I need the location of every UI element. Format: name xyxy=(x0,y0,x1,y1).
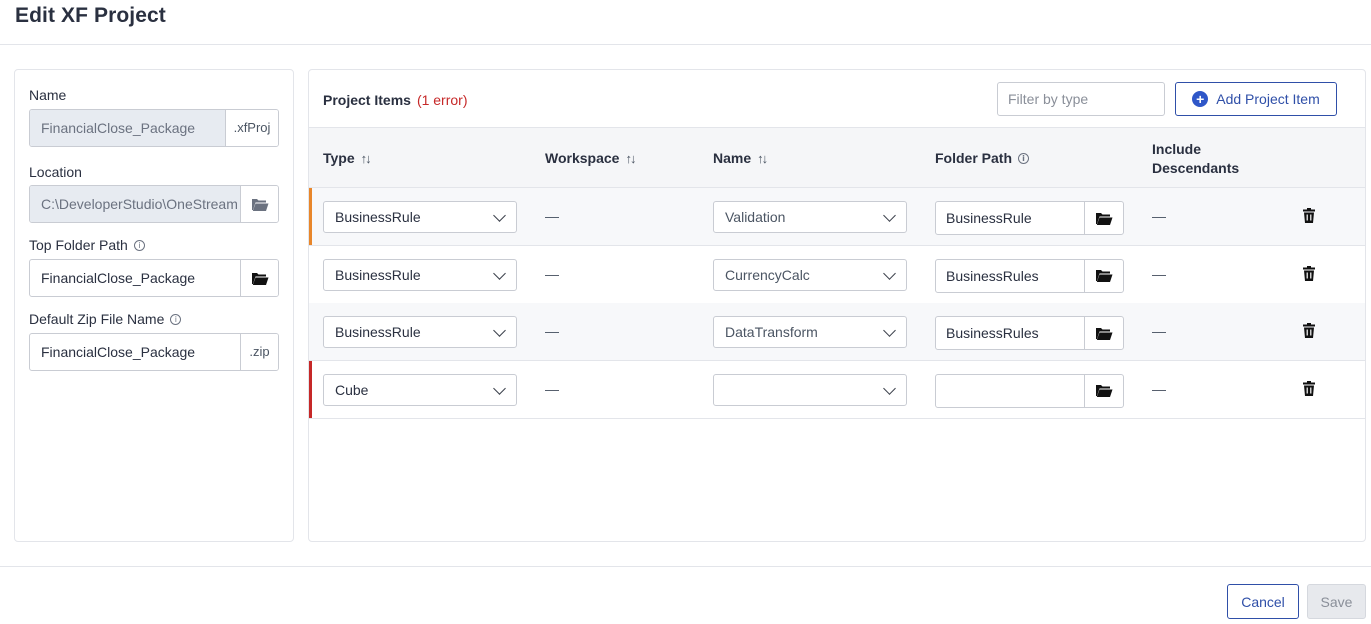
type-select[interactable]: BusinessRule xyxy=(323,258,517,291)
table-row: BusinessRule — DataTransform BusinessRules — xyxy=(309,303,1365,361)
folder-path-input[interactable] xyxy=(936,375,1084,407)
include-descendants-value: — xyxy=(1152,265,1166,282)
chevron-down-icon xyxy=(883,324,896,337)
plus-circle-icon: + xyxy=(1192,91,1209,107)
delete-row-button[interactable] xyxy=(1303,380,1315,399)
chevron-down-icon xyxy=(883,381,896,395)
name-field: FinancialClose_Package .xfProj xyxy=(29,109,279,147)
folder-open-icon xyxy=(1096,270,1113,282)
table-row: Cube — — xyxy=(309,360,1365,419)
top-folder-label: Top Folder Path i xyxy=(29,237,145,253)
location-field: C:\DeveloperStudio\OneStream xyxy=(29,185,279,223)
column-header-folder-path: Folder Path i xyxy=(935,150,1030,166)
name-select[interactable]: DataTransform xyxy=(713,316,907,348)
filter-by-type-input[interactable] xyxy=(997,82,1165,116)
folder-path-field[interactable]: BusinessRule xyxy=(935,201,1124,235)
include-descendants-value: — xyxy=(1152,323,1166,339)
dialog-footer: Cancel Save xyxy=(0,566,1371,624)
table-row: BusinessRule — Validation BusinessRule — xyxy=(309,188,1365,246)
folder-path-field[interactable]: BusinessRules xyxy=(935,258,1124,293)
location-value: C:\DeveloperStudio\OneStream xyxy=(30,186,240,222)
column-header-workspace[interactable]: Workspace ↑↓ xyxy=(545,150,636,166)
type-select[interactable]: BusinessRule xyxy=(323,316,517,348)
folder-open-icon xyxy=(251,198,268,211)
dialog-title: Edit XF Project xyxy=(15,4,166,27)
dialog-header: Edit XF Project xyxy=(0,0,1371,45)
trash-icon xyxy=(1303,265,1315,281)
folder-path-input[interactable]: BusinessRule xyxy=(936,202,1084,234)
delete-row-button[interactable] xyxy=(1303,323,1315,341)
project-settings-panel: Name FinancialClose_Package .xfProj Loca… xyxy=(14,69,294,542)
chevron-down-icon xyxy=(493,209,506,222)
location-label: Location xyxy=(29,164,82,180)
folder-path-input[interactable]: BusinessRules xyxy=(936,260,1084,292)
sort-icon[interactable]: ↑↓ xyxy=(757,151,768,166)
folder-path-field[interactable] xyxy=(935,373,1124,408)
name-select[interactable]: CurrencyCalc xyxy=(713,258,907,291)
top-folder-browse-button[interactable] xyxy=(240,260,278,296)
workspace-value: — xyxy=(545,208,559,224)
chevron-down-icon xyxy=(493,266,506,280)
info-icon: i xyxy=(133,239,145,251)
column-header-type[interactable]: Type ↑↓ xyxy=(323,150,372,166)
name-select[interactable] xyxy=(713,373,907,406)
chevron-down-icon xyxy=(883,266,896,280)
folder-browse-button[interactable] xyxy=(1084,317,1123,349)
project-items-panel: Project Items(1 error) + Add Project Ite… xyxy=(308,69,1366,542)
cancel-button[interactable]: Cancel xyxy=(1227,584,1299,619)
trash-icon xyxy=(1303,323,1315,338)
folder-open-icon xyxy=(251,272,268,285)
zip-name-field[interactable]: FinancialClose_Package .zip xyxy=(29,333,279,371)
table-row: BusinessRule — CurrencyCalc BusinessRules — xyxy=(309,245,1365,304)
folder-open-icon xyxy=(1096,385,1113,397)
add-project-item-button[interactable]: + Add Project Item xyxy=(1175,82,1337,116)
zip-name-label: Default Zip File Name i xyxy=(29,311,182,327)
workspace-value: — xyxy=(545,323,559,339)
trash-icon xyxy=(1303,380,1315,396)
type-select[interactable]: BusinessRule xyxy=(323,201,517,233)
folder-path-input[interactable]: BusinessRules xyxy=(936,317,1084,349)
delete-row-button[interactable] xyxy=(1303,265,1315,284)
trash-icon xyxy=(1303,208,1315,223)
folder-browse-button[interactable] xyxy=(1084,202,1123,234)
location-browse-button xyxy=(240,186,278,222)
column-header-name[interactable]: Name ↑↓ xyxy=(713,150,768,166)
save-button[interactable]: Save xyxy=(1307,584,1366,619)
name-value: FinancialClose_Package xyxy=(30,110,225,146)
name-select[interactable]: Validation xyxy=(713,201,907,233)
zip-name-input[interactable]: FinancialClose_Package xyxy=(30,334,240,370)
zip-suffix: .zip xyxy=(240,334,278,370)
folder-open-icon xyxy=(1096,327,1113,340)
type-select[interactable]: Cube xyxy=(323,373,517,406)
chevron-down-icon xyxy=(883,209,896,222)
include-descendants-value: — xyxy=(1152,380,1166,397)
folder-path-field[interactable]: BusinessRules xyxy=(935,316,1124,350)
include-descendants-value: — xyxy=(1152,208,1166,224)
workspace-value: — xyxy=(545,380,559,397)
column-header-include-descendants: Include Descendants xyxy=(1152,141,1240,176)
top-folder-input[interactable]: FinancialClose_Package xyxy=(30,260,240,296)
folder-browse-button[interactable] xyxy=(1084,374,1123,407)
sort-icon[interactable]: ↑↓ xyxy=(625,151,636,166)
project-items-title: Project Items (1 error) xyxy=(323,92,468,108)
workspace-value: — xyxy=(545,265,559,282)
top-folder-field[interactable]: FinancialClose_Package xyxy=(29,259,279,297)
chevron-down-icon xyxy=(493,381,506,395)
name-label: Name xyxy=(29,87,67,103)
row-status-marker xyxy=(309,188,312,245)
table-header: Type ↑↓ Workspace ↑↓ Name ↑↓ Folder Path i I… xyxy=(309,127,1365,188)
chevron-down-icon xyxy=(493,324,506,337)
info-icon: i xyxy=(1018,152,1030,164)
row-status-marker xyxy=(309,360,312,418)
info-icon: i xyxy=(170,313,182,325)
sort-icon[interactable]: ↑↓ xyxy=(361,151,372,166)
error-count: (1 error) xyxy=(416,92,468,108)
folder-open-icon xyxy=(1096,212,1113,225)
name-suffix: .xfProj xyxy=(225,110,278,146)
folder-browse-button[interactable] xyxy=(1084,259,1123,292)
delete-row-button[interactable] xyxy=(1303,208,1315,226)
